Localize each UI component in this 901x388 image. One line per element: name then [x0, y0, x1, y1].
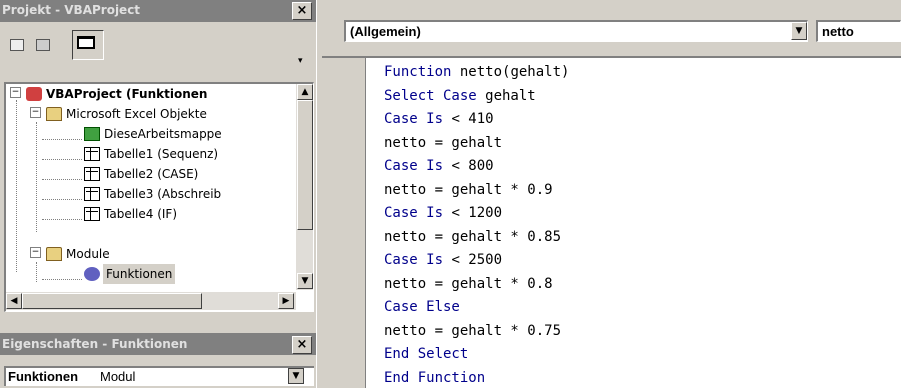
tree-line — [42, 159, 82, 160]
worksheet-icon — [84, 187, 100, 201]
code-text: < 410 — [443, 111, 494, 127]
code-text: < 1200 — [443, 205, 503, 221]
object-type: Modul — [100, 369, 136, 384]
scroll-up-button[interactable]: ▲ — [297, 84, 313, 100]
code-keyword: Case Is — [384, 205, 444, 221]
object-combo[interactable]: (Allgemein) ▼ — [344, 20, 808, 42]
code-text: < 2500 — [443, 252, 503, 268]
tree-vertical-scrollbar[interactable]: ▲ ▼ — [296, 84, 313, 290]
project-explorer-titlebar: Projekt - VBAProject × — [0, 0, 316, 22]
code-keyword: Case Is — [384, 252, 444, 268]
margin-indicator-bar[interactable] — [322, 58, 366, 388]
collapse-toggle[interactable]: − — [30, 107, 41, 118]
tree-line — [16, 100, 17, 272]
code-text: netto = gehalt * 0.75 — [384, 322, 562, 339]
code-text: netto(gehalt) — [451, 64, 570, 80]
toolbar-overflow-icon[interactable]: ▾ — [298, 56, 303, 66]
project-tree[interactable]: − VBAProject (Funktionen − Microsoft Exc… — [4, 82, 314, 312]
view-code-button[interactable] — [6, 34, 28, 56]
code-keyword: Case Is — [384, 158, 444, 174]
folder-icon — [46, 107, 62, 121]
tree-line — [42, 199, 82, 200]
tree-item-diesearbeitsmappe[interactable]: DieseArbeitsmappe — [104, 124, 222, 144]
code-keyword: End Function — [384, 369, 486, 386]
code-text: netto = gehalt * 0.8 — [384, 275, 553, 292]
view-object-icon — [36, 39, 50, 51]
tree-item-vbaproject[interactable]: VBAProject (Funktionen — [46, 84, 207, 104]
scroll-thumb[interactable] — [22, 293, 202, 309]
code-text: netto = gehalt * 0.9 — [384, 181, 553, 198]
scroll-thumb[interactable] — [297, 100, 313, 230]
code-keyword: Case Is — [384, 111, 444, 127]
tree-line — [42, 139, 82, 140]
code-line[interactable]: Function netto(gehalt) — [384, 62, 569, 82]
code-line[interactable]: Select Case gehalt — [384, 86, 536, 106]
properties-titlebar: Eigenschaften - Funktionen × — [0, 333, 316, 355]
tree-line — [36, 122, 37, 232]
toggle-folders-button[interactable] — [72, 30, 104, 60]
code-line[interactable]: End Select — [384, 344, 468, 364]
properties-close-button[interactable]: × — [292, 336, 312, 354]
vba-project-icon — [26, 87, 42, 101]
tree-item-funktionen[interactable]: Funktionen — [103, 264, 176, 284]
procedure-combo-value: netto — [822, 24, 854, 39]
module-icon — [84, 267, 100, 281]
collapse-toggle[interactable]: − — [10, 87, 21, 98]
tree-line — [42, 179, 82, 180]
code-line[interactable]: Case Is < 410 — [384, 109, 494, 129]
workbook-icon — [84, 127, 100, 141]
code-text: netto = gehalt — [384, 134, 503, 151]
worksheet-icon — [84, 147, 100, 161]
code-line[interactable]: netto = gehalt * 0.8 — [384, 274, 553, 294]
tree-item-tabelle1[interactable]: Tabelle1 (Sequenz) — [104, 144, 218, 164]
properties-object-select[interactable]: Funktionen Modul ▼ — [4, 366, 314, 386]
chevron-down-icon[interactable]: ▼ — [791, 22, 807, 40]
folder-icon — [46, 247, 62, 261]
code-line[interactable]: netto = gehalt * 0.9 — [384, 180, 553, 200]
tree-item-module[interactable]: Module — [66, 244, 110, 264]
tree-item-tabelle3[interactable]: Tabelle3 (Abschreib — [104, 184, 221, 204]
code-text: netto = gehalt * 0.85 — [384, 228, 562, 245]
code-keyword: Case Else — [384, 299, 460, 315]
code-window-header: (Allgemein) ▼ netto — [322, 0, 901, 56]
procedure-combo[interactable]: netto — [816, 20, 901, 42]
code-keyword: Select Case — [384, 87, 477, 104]
code-line[interactable]: Case Is < 2500 — [384, 250, 502, 270]
code-line[interactable]: netto = gehalt — [384, 133, 502, 153]
object-name: Funktionen — [8, 369, 79, 384]
code-text: gehalt — [476, 87, 536, 104]
code-editor[interactable]: Function netto(gehalt) Select Case gehalt… — [322, 56, 901, 388]
tree-item-tabelle2[interactable]: Tabelle2 (CASE) — [104, 164, 198, 184]
code-line[interactable]: Case Is < 1200 — [384, 203, 502, 223]
tree-line — [42, 279, 82, 280]
worksheet-icon — [84, 207, 100, 221]
code-keyword: End Select — [384, 346, 469, 362]
project-explorer-close-button[interactable]: × — [292, 2, 312, 20]
properties-title: Eigenschaften - Funktionen — [2, 337, 188, 351]
collapse-toggle[interactable]: − — [30, 247, 41, 258]
code-line[interactable]: Case Is < 800 — [384, 156, 494, 176]
tree-horizontal-scrollbar[interactable]: ◀ ▶ — [6, 292, 296, 310]
scroll-left-button[interactable]: ◀ — [6, 293, 22, 309]
tree-item-excel-objects[interactable]: Microsoft Excel Objekte — [66, 104, 207, 124]
tree-line — [36, 262, 37, 282]
code-line[interactable]: Case Else — [384, 297, 460, 317]
code-line[interactable]: netto = gehalt * 0.75 — [384, 321, 561, 341]
object-combo-value: (Allgemein) — [350, 24, 421, 39]
project-explorer-title: Projekt - VBAProject — [2, 3, 141, 17]
folder-icon — [77, 36, 95, 49]
scroll-right-button[interactable]: ▶ — [278, 293, 294, 309]
scroll-down-button[interactable]: ▼ — [297, 273, 313, 289]
worksheet-icon — [84, 167, 100, 181]
tree-item-tabelle4[interactable]: Tabelle4 (IF) — [104, 204, 177, 224]
code-line[interactable]: End Function — [384, 368, 485, 388]
code-line[interactable]: netto = gehalt * 0.85 — [384, 227, 561, 247]
view-code-icon — [10, 39, 24, 51]
view-object-button[interactable] — [32, 34, 54, 56]
chevron-down-icon[interactable]: ▼ — [288, 368, 304, 384]
tree-line — [42, 219, 82, 220]
code-keyword: Function — [384, 64, 452, 80]
code-text: < 800 — [443, 158, 494, 174]
